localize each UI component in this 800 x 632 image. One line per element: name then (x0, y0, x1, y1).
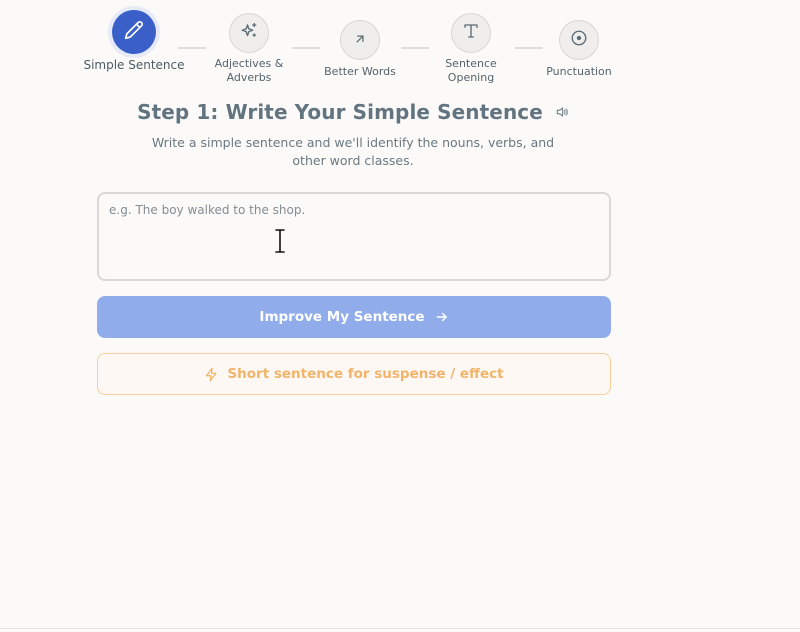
step-circle (559, 20, 599, 60)
arrow-right-icon (435, 310, 449, 324)
step-label: Better Words (324, 65, 396, 78)
lightning-icon (204, 367, 219, 382)
step-circle (340, 20, 380, 60)
sparkle-icon (240, 22, 258, 44)
improve-sentence-button[interactable]: Improve My Sentence (97, 296, 611, 338)
short-sentence-button[interactable]: Short sentence for suspense / effect (97, 353, 611, 395)
step-simple-sentence[interactable]: Simple Sentence (79, 10, 189, 73)
speaker-icon[interactable] (555, 105, 569, 119)
step-adjectives-adverbs[interactable]: Adjectives & Adverbs (194, 13, 304, 85)
step-circle (229, 13, 269, 53)
improve-sentence-label: Improve My Sentence (259, 309, 425, 325)
step-punctuation[interactable]: Punctuation (524, 20, 634, 79)
step-label: Sentence Opening (445, 57, 497, 84)
sentence-input[interactable]: e.g. The boy walked to the shop. (97, 192, 611, 281)
sentence-input-placeholder: e.g. The boy walked to the shop. (109, 203, 306, 217)
heading-row: Step 1: Write Your Simple Sentence (0, 100, 706, 124)
step-circle (451, 13, 491, 53)
target-icon (570, 29, 588, 51)
pencil-icon (124, 20, 144, 44)
step-label: Simple Sentence (83, 58, 185, 72)
page-subtitle: Write a simple sentence and we'll identi… (151, 135, 555, 168)
page-title: Step 1: Write Your Simple Sentence (137, 100, 543, 124)
step-circle (112, 10, 156, 54)
short-sentence-label: Short sentence for suspense / effect (227, 366, 504, 382)
step-label: Punctuation (546, 65, 612, 78)
arrow-up-right-icon (353, 31, 367, 50)
type-icon (462, 22, 480, 44)
text-cursor-icon (274, 229, 286, 257)
bottom-divider (0, 628, 800, 629)
step-label: Adjectives & Adverbs (214, 57, 284, 84)
step-better-words[interactable]: Better Words (305, 20, 415, 79)
page: Simple Sentence Adjectives & Adverbs Bet… (0, 0, 800, 632)
step-sentence-opening[interactable]: Sentence Opening (416, 13, 526, 85)
